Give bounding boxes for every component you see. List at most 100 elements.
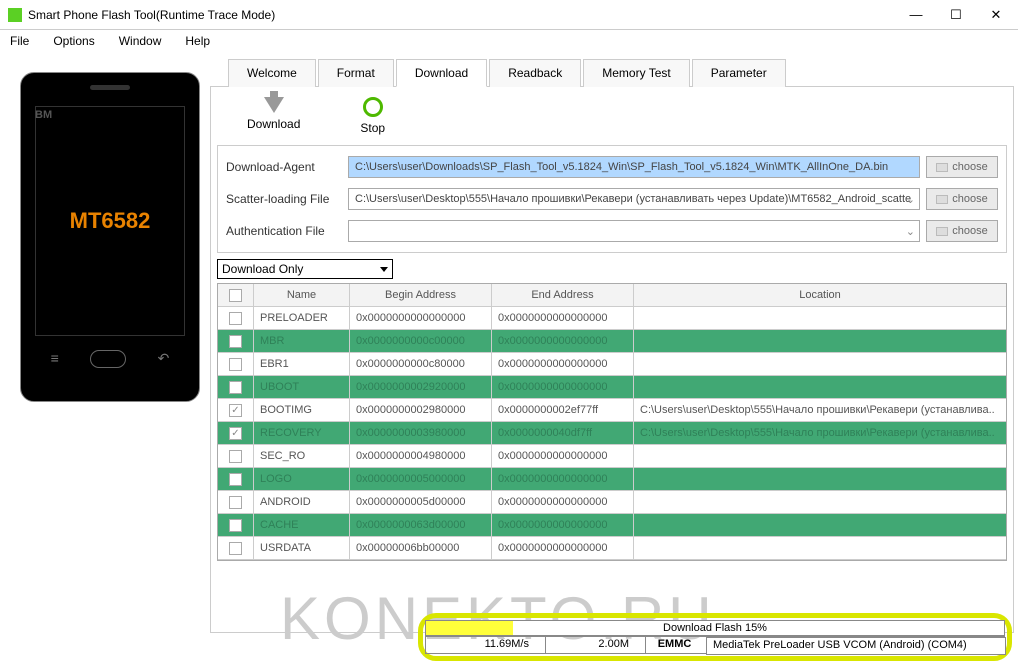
cell-location bbox=[634, 468, 1006, 490]
table-row[interactable]: USRDATA0x00000006bb000000x00000000000000… bbox=[218, 537, 1006, 560]
title-bar: Smart Phone Flash Tool(Runtime Trace Mod… bbox=[0, 0, 1018, 30]
chevron-down-icon[interactable]: ⌄ bbox=[906, 225, 915, 238]
table-row[interactable]: ✓BOOTIMG0x00000000029800000x0000000002ef… bbox=[218, 399, 1006, 422]
row-checkbox[interactable] bbox=[229, 358, 242, 371]
cell-begin: 0x0000000003980000 bbox=[350, 422, 492, 444]
tab-welcome[interactable]: Welcome bbox=[228, 59, 316, 87]
cell-location bbox=[634, 376, 1006, 398]
tab-download[interactable]: Download bbox=[396, 59, 487, 87]
table-row[interactable]: CACHE0x0000000063d000000x000000000000000… bbox=[218, 514, 1006, 537]
table-row[interactable]: ANDROID0x0000000005d000000x0000000000000… bbox=[218, 491, 1006, 514]
stop-label: Stop bbox=[360, 121, 385, 135]
table-row[interactable]: LOGO0x00000000050000000x0000000000000000 bbox=[218, 468, 1006, 491]
download-label: Download bbox=[247, 117, 300, 131]
cell-location bbox=[634, 514, 1006, 536]
auth-choose-button[interactable]: choose bbox=[926, 220, 998, 242]
download-button[interactable]: Download bbox=[247, 97, 300, 135]
menu-options[interactable]: Options bbox=[49, 32, 98, 50]
tab-format[interactable]: Format bbox=[318, 59, 394, 87]
close-button[interactable]: ✕ bbox=[976, 1, 1016, 29]
col-name[interactable]: Name bbox=[254, 284, 350, 306]
row-checkbox[interactable] bbox=[229, 450, 242, 463]
auth-path-input[interactable]: ⌄ bbox=[348, 220, 920, 242]
cell-name: CACHE bbox=[254, 514, 350, 536]
cell-begin: 0x0000000000c00000 bbox=[350, 330, 492, 352]
maximize-button[interactable]: ☐ bbox=[936, 1, 976, 29]
stop-button[interactable]: Stop bbox=[360, 97, 385, 135]
folder-icon bbox=[936, 163, 948, 172]
mode-select[interactable]: Download Only bbox=[217, 259, 393, 279]
menu-window[interactable]: Window bbox=[115, 32, 166, 50]
phone-brand: BM bbox=[35, 109, 52, 121]
cell-end: 0x0000000000000000 bbox=[492, 330, 634, 352]
scatter-choose-button[interactable]: choose bbox=[926, 188, 998, 210]
download-panel: Download Stop Download-Agent C:\Users\us… bbox=[210, 87, 1014, 633]
row-checkbox[interactable] bbox=[229, 312, 242, 325]
device-info: MediaTek PreLoader USB VCOM (Android) (C… bbox=[706, 637, 1006, 655]
tab-memtest[interactable]: Memory Test bbox=[583, 59, 689, 87]
chevron-down-icon[interactable]: ⌄ bbox=[906, 193, 915, 206]
cell-location bbox=[634, 353, 1006, 375]
minimize-button[interactable]: — bbox=[896, 1, 936, 29]
scatter-label: Scatter-loading File bbox=[226, 192, 342, 206]
folder-icon bbox=[936, 195, 948, 204]
table-row[interactable]: MBR0x0000000000c000000x0000000000000000 bbox=[218, 330, 1006, 353]
cell-name: ANDROID bbox=[254, 491, 350, 513]
progress-label: Download Flash 15% bbox=[426, 622, 1004, 634]
cell-begin: 0x0000000002920000 bbox=[350, 376, 492, 398]
menu-bar: File Options Window Help bbox=[0, 30, 1018, 52]
cell-begin: 0x0000000002980000 bbox=[350, 399, 492, 421]
tab-parameter[interactable]: Parameter bbox=[692, 59, 786, 87]
row-checkbox[interactable]: ✓ bbox=[229, 427, 242, 440]
cell-end: 0x0000000040df7ff bbox=[492, 422, 634, 444]
cell-begin: 0x0000000000000000 bbox=[350, 307, 492, 329]
cell-begin: 0x0000000004980000 bbox=[350, 445, 492, 467]
device-preview-panel: BM MT6582 ≡ ↶ bbox=[0, 52, 210, 663]
chevron-down-icon bbox=[380, 267, 388, 272]
cell-end: 0x0000000000000000 bbox=[492, 376, 634, 398]
partition-table: Name Begin Address End Address Location … bbox=[217, 283, 1007, 561]
status-size: 2.00M bbox=[546, 637, 646, 653]
window-title: Smart Phone Flash Tool(Runtime Trace Mod… bbox=[28, 8, 896, 22]
row-checkbox[interactable]: ✓ bbox=[229, 404, 242, 417]
tab-readback[interactable]: Readback bbox=[489, 59, 581, 87]
col-end[interactable]: End Address bbox=[492, 284, 634, 306]
download-icon bbox=[264, 97, 284, 113]
cell-location: C:\Users\user\Desktop\555\Начало прошивк… bbox=[634, 399, 1006, 421]
cell-location bbox=[634, 491, 1006, 513]
cell-name: BOOTIMG bbox=[254, 399, 350, 421]
col-begin[interactable]: Begin Address bbox=[350, 284, 492, 306]
table-row[interactable]: PRELOADER0x00000000000000000x00000000000… bbox=[218, 307, 1006, 330]
cell-begin: 0x0000000063d00000 bbox=[350, 514, 492, 536]
cell-name: SEC_RO bbox=[254, 445, 350, 467]
table-row[interactable]: EBR10x0000000000c800000x0000000000000000 bbox=[218, 353, 1006, 376]
da-choose-button[interactable]: choose bbox=[926, 156, 998, 178]
app-icon bbox=[8, 8, 22, 22]
cell-name: UBOOT bbox=[254, 376, 350, 398]
row-checkbox[interactable] bbox=[229, 473, 242, 486]
cell-end: 0x0000000000000000 bbox=[492, 353, 634, 375]
row-checkbox[interactable] bbox=[229, 519, 242, 532]
nav-back-icon: ↶ bbox=[158, 350, 170, 368]
auth-label: Authentication File bbox=[226, 224, 342, 238]
table-row[interactable]: UBOOT0x00000000029200000x000000000000000… bbox=[218, 376, 1006, 399]
row-checkbox[interactable] bbox=[229, 381, 242, 394]
row-checkbox[interactable] bbox=[229, 335, 242, 348]
scatter-path-input[interactable]: C:\Users\user\Desktop\555\Начало прошивк… bbox=[348, 188, 920, 210]
row-checkbox[interactable] bbox=[229, 496, 242, 509]
nav-home-icon bbox=[90, 350, 126, 368]
cell-name: MBR bbox=[254, 330, 350, 352]
select-all-checkbox[interactable] bbox=[229, 289, 242, 302]
table-row[interactable]: SEC_RO0x00000000049800000x00000000000000… bbox=[218, 445, 1006, 468]
cell-name: PRELOADER bbox=[254, 307, 350, 329]
col-location[interactable]: Location bbox=[634, 284, 1006, 306]
cell-end: 0x0000000000000000 bbox=[492, 514, 634, 536]
phone-model: MT6582 bbox=[70, 208, 151, 234]
table-row[interactable]: ✓RECOVERY0x00000000039800000x0000000040d… bbox=[218, 422, 1006, 445]
cell-end: 0x0000000000000000 bbox=[492, 445, 634, 467]
da-path-input[interactable]: C:\Users\user\Downloads\SP_Flash_Tool_v5… bbox=[348, 156, 920, 178]
menu-file[interactable]: File bbox=[6, 32, 33, 50]
menu-help[interactable]: Help bbox=[181, 32, 214, 50]
cell-begin: 0x0000000005000000 bbox=[350, 468, 492, 490]
row-checkbox[interactable] bbox=[229, 542, 242, 555]
